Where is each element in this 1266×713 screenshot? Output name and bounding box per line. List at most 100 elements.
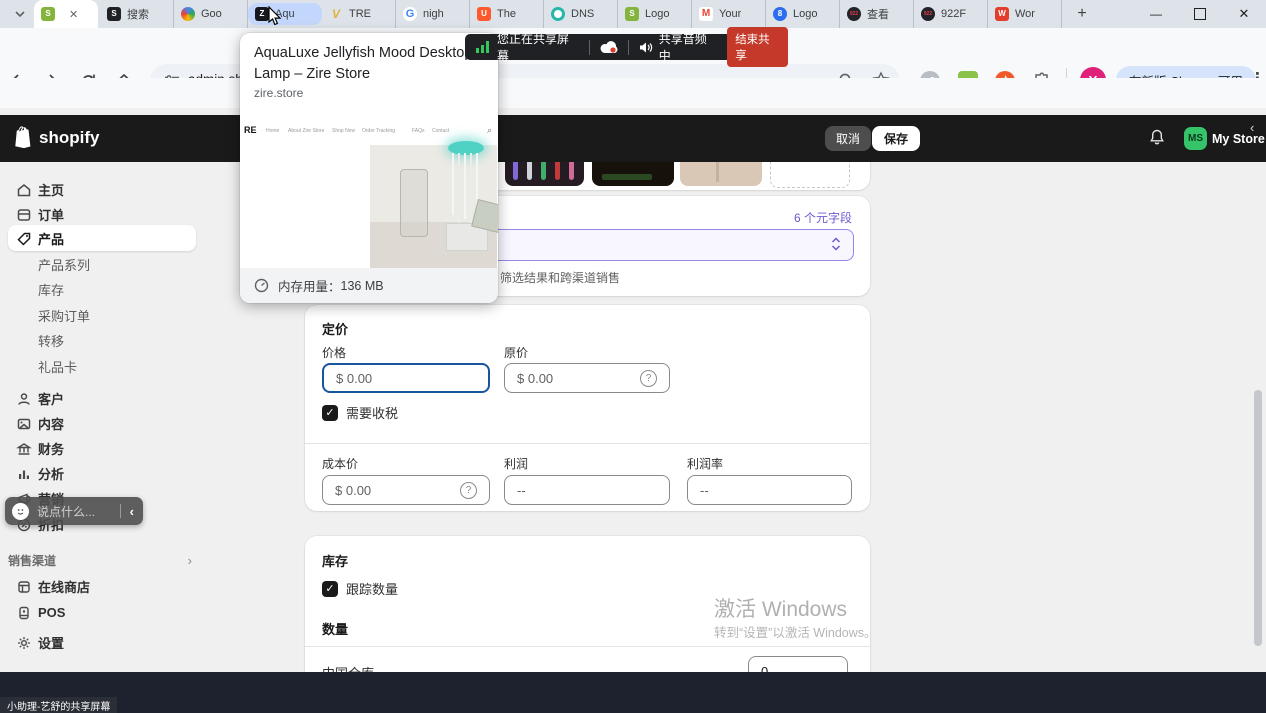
sidebar-item-finance[interactable]: 财务 xyxy=(0,436,200,461)
bank-icon xyxy=(16,441,32,457)
chevron-left-icon[interactable]: ‹ xyxy=(1250,120,1254,135)
card-divider xyxy=(305,443,870,444)
shopify-logo[interactable]: shopify xyxy=(13,126,99,149)
windows-taskbar: W ✕ 8 xyxy=(0,672,1266,713)
sidebar-item-gift-cards[interactable]: 礼品卡 xyxy=(0,354,200,379)
site-nav-item: Shop Now xyxy=(332,128,355,134)
tax-label: 需要收税 xyxy=(346,403,398,422)
help-icon[interactable]: ? xyxy=(640,370,657,387)
orange-u-favicon: U xyxy=(477,7,491,21)
tab-word[interactable]: W Wor xyxy=(988,0,1062,28)
maximize-button[interactable] xyxy=(1178,0,1222,28)
help-icon[interactable]: ? xyxy=(460,482,477,499)
tab-the[interactable]: U The xyxy=(470,0,544,28)
shopify-favicon: S xyxy=(41,7,55,21)
site-search-icon: ⌕ xyxy=(487,125,492,136)
margin-input[interactable]: -- xyxy=(687,475,852,505)
tab-shopify-admin[interactable]: S ✕ xyxy=(34,0,98,28)
tab-dns[interactable]: DNS xyxy=(544,0,618,28)
price-label: 价格 xyxy=(322,344,346,361)
tab-google[interactable]: Goo xyxy=(174,0,248,28)
minimize-button[interactable]: — xyxy=(1134,0,1178,28)
site-nav-item: Contact xyxy=(432,128,449,134)
activate-windows-hint: 转到“设置”以激活 Windows。 xyxy=(714,622,877,641)
sidebar-item-online-store[interactable]: 在线商店 xyxy=(0,574,200,599)
tab-search-chevron-icon[interactable] xyxy=(8,2,32,26)
orders-icon xyxy=(16,207,32,223)
sales-channels-header[interactable]: 销售渠道 › xyxy=(8,552,192,569)
stop-sharing-button[interactable]: 结束共享 xyxy=(727,27,788,67)
sidebar-item-pos[interactable]: POS xyxy=(0,600,200,625)
notifications-bell-icon[interactable] xyxy=(1148,128,1166,147)
site-logo-text: RE xyxy=(244,125,257,135)
bookmarks-bar: 雪糕资源网 - 全网... 藏宝湾网游 读-最新发表 真牛... 最后纪元 恐怖… xyxy=(0,78,1266,109)
cost-input[interactable]: $ 0.00 ? xyxy=(322,475,490,505)
track-quantity-label: 跟踪数量 xyxy=(346,579,398,598)
checkbox-checked-icon[interactable]: ✓ xyxy=(322,581,338,597)
zire-favicon: Z xyxy=(255,7,269,21)
sidebar-item-inventory[interactable]: 库存 xyxy=(0,277,200,302)
tab-close-icon[interactable]: ✕ xyxy=(69,8,78,21)
sidebar-item-products-active[interactable]: 产品 xyxy=(0,226,200,251)
sidebar-item-orders[interactable]: 订单 xyxy=(0,202,200,227)
checkbox-checked-icon[interactable]: ✓ xyxy=(322,405,338,421)
collapse-widget-button[interactable]: ‹ xyxy=(130,504,134,519)
tag-icon xyxy=(16,231,32,247)
sidebar-item-transfers[interactable]: 转移 xyxy=(0,328,200,353)
page-scrollbar-thumb[interactable] xyxy=(1254,390,1262,646)
new-tab-button[interactable]: + xyxy=(1070,4,1094,24)
activate-windows-watermark: 激活 Windows xyxy=(714,593,847,623)
product-photo xyxy=(370,145,497,268)
tab-gmail[interactable]: M Your xyxy=(692,0,766,28)
tab-search[interactable]: S 搜索 xyxy=(100,0,174,28)
tab-night[interactable]: G nigh xyxy=(396,0,470,28)
screen-share-toast: 您正在共享屏幕 共享音频中 结束共享 xyxy=(465,34,788,60)
share-session-label: 小助理-艺舒的共享屏幕 xyxy=(0,697,117,713)
customers-icon xyxy=(16,391,32,407)
tab-logo-blue[interactable]: 8 Logo xyxy=(766,0,840,28)
tab-logo-shopify[interactable]: S Logo xyxy=(618,0,692,28)
content-icon xyxy=(16,416,32,432)
mouse-cursor xyxy=(268,6,283,27)
sidebar-item-settings[interactable]: 设置 xyxy=(0,630,200,655)
tab-trends[interactable]: V TRE xyxy=(322,0,396,28)
cancel-button[interactable]: 取消 xyxy=(825,126,871,151)
profit-input[interactable]: -- xyxy=(504,475,670,505)
sidebar-item-analytics[interactable]: 分析 xyxy=(0,461,200,486)
shopify-bag-icon xyxy=(13,126,33,149)
google-colorful-favicon xyxy=(181,7,195,21)
shopify-admin-page: 6 个元字段 筛选结果和跨渠道销售 定价 价格 $ 0.00 原价 $ 0.00… xyxy=(0,108,1266,672)
sidebar-item-purchase-orders[interactable]: 采购订单 xyxy=(0,303,200,328)
metafields-link[interactable]: 6 个元字段 xyxy=(794,209,852,226)
preview-site-thumbnail: RE Home About Zire Store Shop Now Order … xyxy=(240,111,498,268)
tax-checkbox-row[interactable]: ✓ 需要收税 xyxy=(322,403,398,422)
comment-input[interactable]: 说点什么... xyxy=(37,503,120,520)
badge-922-favicon: 922 xyxy=(921,7,935,21)
shopify-topbar: shopify 取消 保存 MS My Store ‹ xyxy=(0,115,1266,162)
screen: S ✕ S 搜索 Goo Z Aqu V TRE G nigh U The xyxy=(0,0,1266,713)
audio-sharing-text: 共享音频中 xyxy=(659,30,717,64)
tab-aqualuxe-hovered[interactable]: Z Aqu xyxy=(248,3,322,25)
tab-922[interactable]: 922 922F xyxy=(914,0,988,28)
compare-price-input[interactable]: $ 0.00 ? xyxy=(504,363,670,393)
site-nav-item: Order Tracking xyxy=(362,128,395,134)
memory-usage-label: 内存用量： xyxy=(278,276,341,295)
store-name: My Store xyxy=(1212,132,1265,146)
profit-label: 利润 xyxy=(504,455,528,472)
wps-favicon: W xyxy=(995,7,1009,21)
price-input[interactable]: $ 0.00 xyxy=(322,363,490,393)
sidebar-item-content[interactable]: 内容 xyxy=(0,411,200,436)
site-nav-item: Home xyxy=(266,128,279,134)
signal-bars-icon xyxy=(476,41,489,53)
track-quantity-checkbox-row[interactable]: ✓ 跟踪数量 xyxy=(322,579,398,598)
sidebar-item-collections[interactable]: 产品系列 xyxy=(0,252,200,277)
preview-title: AquaLuxe Jellyfish Mood Desktop Lamp – Z… xyxy=(254,43,484,85)
tab-922-view[interactable]: 922 查看 xyxy=(840,0,914,28)
store-avatar[interactable]: MS xyxy=(1184,127,1207,150)
sidebar-item-customers[interactable]: 客户 xyxy=(0,386,200,411)
close-window-button[interactable]: ✕ xyxy=(1222,0,1266,28)
preview-footer: 内存用量： 136 MB xyxy=(240,268,498,303)
save-button[interactable]: 保存 xyxy=(872,126,920,151)
sidebar-item-home[interactable]: 主页 xyxy=(0,177,200,202)
pos-terminal-icon xyxy=(16,605,32,621)
